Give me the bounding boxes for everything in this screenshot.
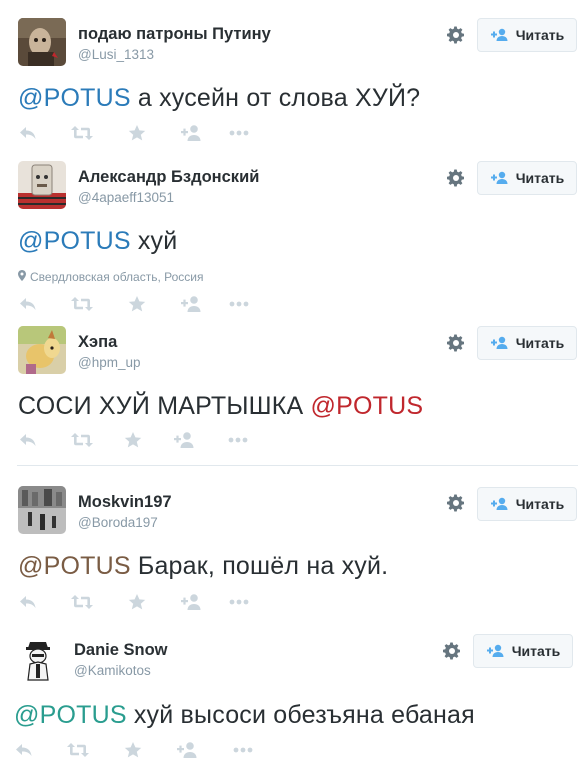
user-name[interactable]: подаю патроны Путину (78, 25, 271, 44)
user-handle[interactable]: @Lusi_1313 (78, 47, 154, 62)
mention-link[interactable]: @POTUS (18, 552, 131, 580)
user-name[interactable]: Хэпа (78, 333, 117, 352)
tweet-location[interactable]: Свердловская область, Россия (18, 270, 204, 284)
retweet-icon[interactable] (70, 124, 94, 142)
tweet-text: СОСИ ХУЙ МАРТЫШКА @POTUS (18, 392, 423, 421)
mention-link[interactable]: @POTUS (18, 84, 131, 112)
tweet-body: СОСИ ХУЙ МАРТЫШКА (18, 392, 311, 420)
more-icon[interactable] (232, 746, 254, 754)
reply-icon[interactable] (14, 741, 34, 759)
tweet-5: Danie Snow @Kamikotos Читать @POTUS хуй … (0, 616, 588, 772)
follow-label: Читать (511, 643, 561, 659)
avatar[interactable] (18, 18, 66, 66)
retweet-icon[interactable] (66, 741, 90, 759)
follow-small-icon[interactable] (177, 741, 199, 759)
tweet-4: Moskvin197 @Boroda197 Читать @POTUS Бара… (0, 466, 588, 616)
reply-icon[interactable] (18, 124, 38, 142)
user-name[interactable]: Danie Snow (74, 641, 168, 660)
tweet-text: @POTUS а хусейн от слова ХУЙ? (18, 84, 420, 113)
favorite-icon[interactable] (128, 124, 146, 142)
follow-label: Читать (515, 335, 565, 351)
tweet-body: хуй высоси обезъяна ебаная (126, 701, 475, 729)
avatar[interactable] (18, 161, 66, 209)
add-user-icon (490, 336, 510, 350)
gear-icon[interactable] (442, 641, 462, 661)
gear-icon[interactable] (446, 493, 466, 513)
more-icon[interactable] (228, 598, 250, 606)
location-text: Свердловская область, Россия (30, 270, 204, 284)
avatar[interactable] (18, 326, 66, 374)
more-icon[interactable] (228, 300, 250, 308)
add-user-icon (486, 644, 506, 658)
tweet-text: @POTUS хуй (18, 227, 177, 256)
follow-button[interactable]: Читать (477, 326, 577, 360)
follow-label: Читать (515, 27, 565, 43)
follow-small-icon[interactable] (181, 124, 203, 142)
mention-link[interactable]: @POTUS (311, 392, 424, 420)
add-user-icon (490, 497, 510, 511)
follow-small-icon[interactable] (181, 295, 203, 313)
user-handle[interactable]: @Kamikotos (74, 663, 151, 678)
avatar[interactable] (18, 486, 66, 534)
tweet-1: подаю патроны Путину @Lusi_1313 Читать @… (0, 0, 588, 160)
favorite-icon[interactable] (128, 295, 146, 313)
tweet-text: @POTUS хуй высоси обезъяна ебаная (14, 701, 475, 730)
follow-small-icon[interactable] (181, 593, 203, 611)
follow-button[interactable]: Читать (473, 634, 573, 668)
add-user-icon (490, 28, 510, 42)
gear-icon[interactable] (446, 333, 466, 353)
follow-label: Читать (515, 496, 565, 512)
favorite-icon[interactable] (128, 593, 146, 611)
user-name[interactable]: Александр Бздонский (78, 168, 259, 187)
favorite-icon[interactable] (124, 431, 142, 449)
retweet-icon[interactable] (70, 295, 94, 313)
reply-icon[interactable] (18, 593, 38, 611)
retweet-icon[interactable] (70, 593, 94, 611)
tweet-2: Александр Бздонский @4apaeff13051 Читать… (0, 160, 588, 320)
user-handle[interactable]: @Boroda197 (78, 515, 158, 530)
follow-small-icon[interactable] (174, 431, 196, 449)
gear-icon[interactable] (446, 25, 466, 45)
more-icon[interactable] (227, 436, 249, 444)
add-user-icon (490, 171, 510, 185)
tweet-body: хуй (130, 227, 178, 255)
more-icon[interactable] (228, 129, 250, 137)
follow-button[interactable]: Читать (477, 487, 577, 521)
follow-button[interactable]: Читать (477, 161, 577, 195)
gear-icon[interactable] (446, 168, 466, 188)
reply-icon[interactable] (18, 295, 38, 313)
tweet-text: @POTUS Барак, пошёл на хуй. (18, 552, 388, 581)
reply-icon[interactable] (18, 431, 38, 449)
follow-label: Читать (515, 170, 565, 186)
tweet-body: Барак, пошёл на хуй. (130, 552, 389, 580)
tweet-body: а хусейн от слова ХУЙ? (130, 84, 421, 112)
mention-link[interactable]: @POTUS (14, 701, 127, 729)
follow-button[interactable]: Читать (477, 18, 577, 52)
mention-link[interactable]: @POTUS (18, 227, 131, 255)
user-handle[interactable]: @4apaeff13051 (78, 190, 174, 205)
avatar[interactable] (14, 634, 62, 682)
user-name[interactable]: Moskvin197 (78, 493, 172, 512)
retweet-icon[interactable] (70, 431, 94, 449)
tweet-3: Хэпа @hpm_up Читать СОСИ ХУЙ МАРТЫШКА @P… (0, 320, 588, 465)
location-pin-icon (18, 270, 26, 284)
favorite-icon[interactable] (124, 741, 142, 759)
user-handle[interactable]: @hpm_up (78, 355, 141, 370)
